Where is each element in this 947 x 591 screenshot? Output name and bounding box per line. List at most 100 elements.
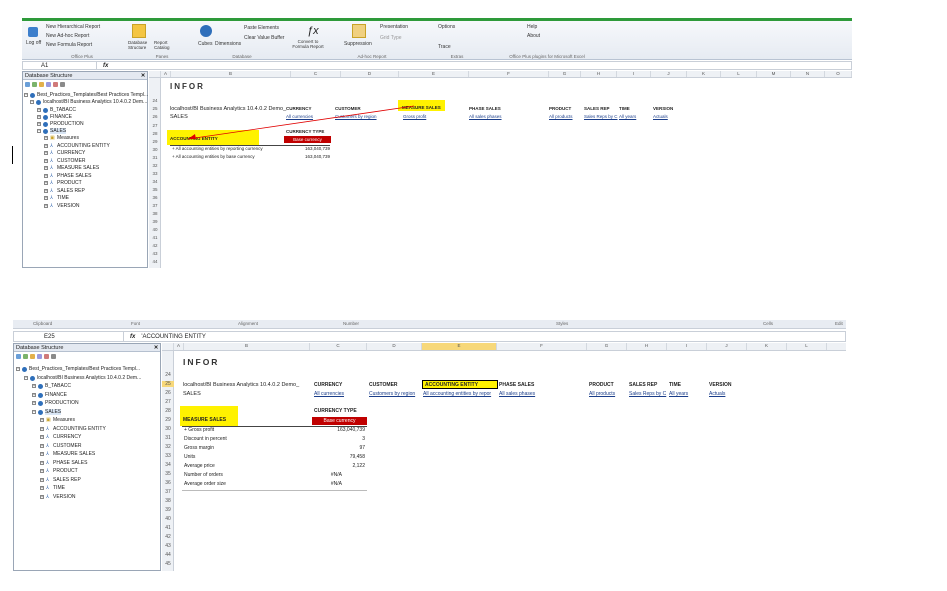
tree-item[interactable]: + ⅄ PRODUCT	[40, 468, 78, 474]
tree-item[interactable]: + ⅄ CURRENCY	[44, 150, 85, 156]
log-off-button[interactable]: Log off	[26, 40, 41, 46]
fx-icon[interactable]: ƒx	[307, 25, 319, 37]
column-header[interactable]: D	[367, 343, 422, 350]
row-header[interactable]: 36	[149, 195, 161, 200]
new-formula-report-button[interactable]: New Formula Report	[46, 42, 92, 48]
column-header[interactable]: E	[399, 71, 469, 77]
row-header[interactable]: 32	[162, 444, 174, 450]
name-box[interactable]: A1	[23, 62, 97, 69]
column-header[interactable]: C	[291, 71, 341, 77]
column-header[interactable]: F	[469, 71, 549, 77]
row-header[interactable]: 41	[149, 235, 161, 240]
tree-item[interactable]: + ▣ Measures	[40, 417, 75, 423]
row-header[interactable]: 37	[162, 489, 174, 495]
dim-value-link[interactable]: All sales phases	[499, 391, 535, 397]
row-header[interactable]: 29	[162, 417, 174, 423]
presentation-button[interactable]: Presentation	[380, 24, 408, 30]
tree-item[interactable]: + ⅄ PRODUCT	[44, 180, 82, 186]
column-header[interactable]: D	[341, 71, 399, 77]
expand-icon[interactable]	[23, 353, 28, 359]
new-hierarchical-report-button[interactable]: New Hierarchical Report	[46, 24, 100, 30]
column-header-selected[interactable]: E	[422, 343, 497, 350]
tree-item[interactable]: + ⅄ MEASURE SALES	[40, 451, 95, 457]
row-header[interactable]: 34	[149, 179, 161, 184]
row-header[interactable]: 24	[149, 98, 161, 103]
row-header[interactable]: 33	[149, 171, 161, 176]
dim-value-link[interactable]: All years	[669, 391, 688, 397]
tree-item[interactable]: + ⅄ VERSION	[40, 494, 76, 500]
options-button[interactable]: Options	[438, 24, 455, 30]
row-header[interactable]: 40	[149, 227, 161, 232]
close-icon[interactable]: ✕	[152, 345, 160, 351]
tree-item[interactable]: + ⅄ SALES REP	[44, 188, 85, 194]
row-header[interactable]: 36	[162, 480, 174, 486]
row-header[interactable]: 37	[149, 203, 161, 208]
tree-item[interactable]: + ⅄ PHASE SALES	[40, 460, 87, 466]
row-header[interactable]: 25	[149, 106, 161, 111]
row-header[interactable]: 39	[149, 219, 161, 224]
dim-value-link[interactable]: All products	[549, 114, 573, 119]
row-header[interactable]: 39	[162, 507, 174, 513]
new-adhoc-report-button[interactable]: New Ad-hoc Report	[46, 33, 89, 39]
tree-item[interactable]: + ⅄ CURRENCY	[40, 434, 81, 440]
column-header[interactable]: I	[667, 343, 707, 350]
column-header[interactable]: A	[161, 71, 171, 77]
tree-item[interactable]: + ⅄ VERSION	[44, 203, 80, 209]
convert-formula-button[interactable]: Convert to Formula Report	[290, 39, 326, 49]
tree-item[interactable]: + PRODUCTION	[37, 121, 84, 127]
column-header[interactable]: A	[174, 343, 184, 350]
row-header[interactable]: 35	[149, 187, 161, 192]
row-header[interactable]: 35	[162, 471, 174, 477]
dim-value-link[interactable]: Actuals	[709, 391, 725, 397]
suppression-icon[interactable]	[352, 24, 366, 38]
cubes-icon[interactable]	[200, 25, 212, 37]
settings-icon[interactable]	[60, 81, 65, 87]
row-header[interactable]: 32	[149, 163, 161, 168]
row-header[interactable]: 38	[149, 211, 161, 216]
settings-icon[interactable]	[51, 353, 56, 359]
row-header[interactable]: 27	[149, 123, 161, 128]
tree-item[interactable]: + ⅄ TIME	[44, 195, 69, 201]
row-header[interactable]: 30	[162, 426, 174, 432]
column-header[interactable]: K	[747, 343, 787, 350]
tree-item[interactable]: + ⅄ ACCOUNTING ENTITY	[40, 426, 106, 432]
row-header[interactable]: 31	[149, 155, 161, 160]
selected-cell-accounting-entity[interactable]: ACCOUNTING ENTITY	[422, 380, 498, 389]
tree-item[interactable]: + ⅄ PHASE SALES	[44, 173, 91, 179]
folder-icon[interactable]	[30, 353, 35, 359]
row-header[interactable]: 41	[162, 525, 174, 531]
row-header[interactable]: 29	[149, 139, 161, 144]
tree-item[interactable]: + FINANCE	[37, 114, 72, 120]
folder-icon[interactable]	[39, 81, 44, 87]
tree-item[interactable]: + ⅄ CUSTOMER	[40, 443, 82, 449]
column-header[interactable]: B	[184, 343, 310, 350]
tree-item[interactable]: − SALES	[37, 128, 67, 134]
dim-value-link[interactable]: Actuals	[653, 114, 668, 119]
column-header[interactable]: J	[651, 71, 687, 77]
column-header[interactable]: H	[627, 343, 667, 350]
cubes-button[interactable]: Cubes	[198, 41, 212, 47]
column-header[interactable]: O	[825, 71, 852, 77]
row-header[interactable]: 38	[162, 498, 174, 504]
filter-icon[interactable]	[46, 81, 51, 87]
row-header[interactable]: 44	[149, 259, 161, 264]
tree-item[interactable]: − localhost/BI Business Analytics 10.4.0.…	[30, 99, 147, 105]
column-header[interactable]: L	[721, 71, 757, 77]
row-header[interactable]: 24	[162, 372, 174, 378]
row-header[interactable]: 26	[162, 390, 174, 396]
tree-item[interactable]: − localhost/BI Business Analytics 10.4.0.…	[24, 375, 141, 381]
row-header[interactable]: 45	[162, 561, 174, 567]
row-header-selected[interactable]: 25	[162, 381, 174, 387]
row-header[interactable]: 42	[162, 534, 174, 540]
dim-value-link[interactable]: All accounting entities by repor	[423, 391, 491, 397]
row-header[interactable]: 44	[162, 552, 174, 558]
delete-icon[interactable]	[53, 81, 58, 87]
grid-type-button[interactable]: Grid Type	[380, 35, 402, 41]
tree-item[interactable]: − SALES	[32, 409, 62, 415]
clear-value-buffer-button[interactable]: Clear Value Buffer	[244, 35, 284, 41]
row-header[interactable]: 28	[162, 408, 174, 414]
refresh-icon[interactable]	[16, 353, 21, 359]
tree-item[interactable]: + B_TABACC	[37, 107, 76, 113]
column-header[interactable]: B	[171, 71, 291, 77]
column-header[interactable]: K	[687, 71, 721, 77]
